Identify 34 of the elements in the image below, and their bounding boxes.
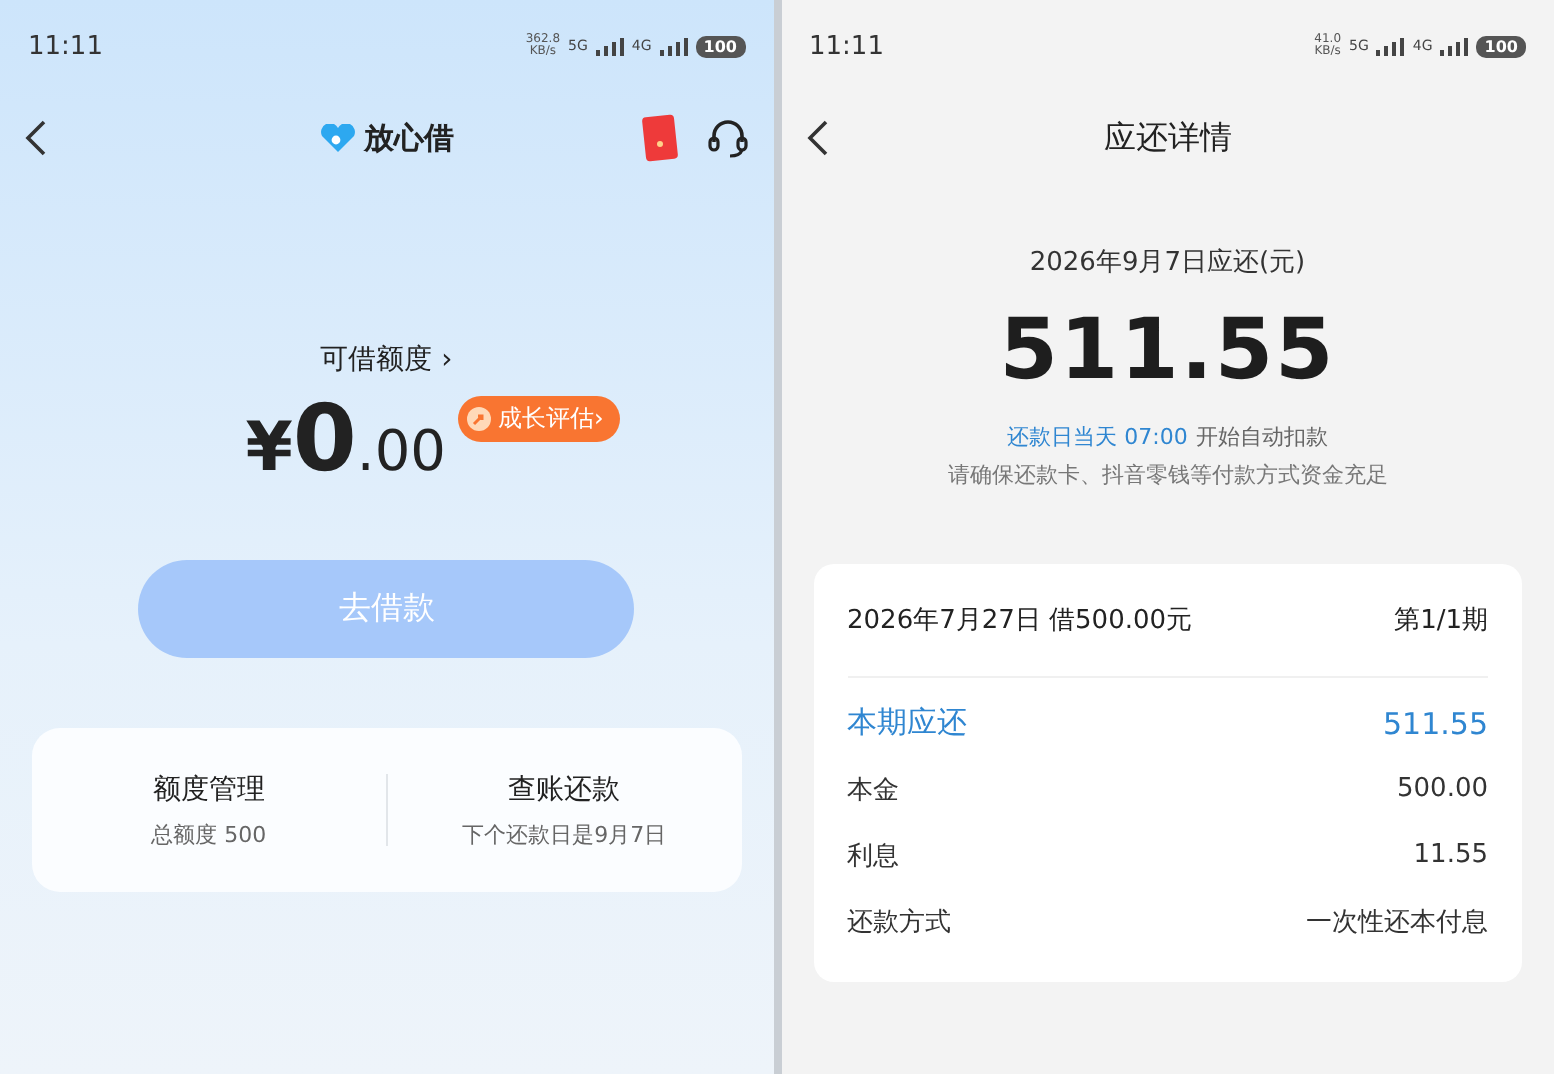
due-date-label: 2026年9月7日应还(元) xyxy=(1029,246,1306,280)
headset-icon[interactable] xyxy=(705,116,749,160)
auto-debit-time: 还款日当天 07:00 xyxy=(1007,422,1188,452)
row-label: 本期应还 xyxy=(847,704,967,742)
due-amount: 511.55 xyxy=(999,300,1336,398)
shortcut-item[interactable]: 额度管理 总额度 500 xyxy=(32,769,386,851)
row-label: 还款方式 xyxy=(847,905,951,939)
app-title: 放心借 xyxy=(363,119,454,157)
shortcut-item[interactable]: 查账还款 下个还款日是9月7日 xyxy=(387,769,741,851)
status-time: 11:11 xyxy=(809,31,884,61)
page-title: 应还详情 xyxy=(1103,117,1232,159)
battery-icon: 100 xyxy=(695,35,745,57)
loan-summary: 2026年7月27日 借500.00元 xyxy=(847,604,1193,638)
available-credit-link[interactable]: 可借额度 › xyxy=(308,340,465,380)
credit-amount: ¥0.00 xyxy=(245,384,446,492)
back-button[interactable] xyxy=(24,118,48,158)
envelope-icon[interactable] xyxy=(641,114,677,162)
signal-icon xyxy=(659,37,688,55)
installment-period: 第1/1期 xyxy=(1394,604,1488,638)
signal-icon xyxy=(1376,37,1405,55)
auto-debit-note: 开始自动扣款 xyxy=(1195,422,1328,452)
row-label: 利息 xyxy=(847,839,899,873)
row-value: 511.55 xyxy=(1383,705,1488,741)
signal-icon xyxy=(595,37,624,55)
row-value: 11.55 xyxy=(1413,840,1488,870)
row-value: 500.00 xyxy=(1397,774,1488,804)
row-label: 本金 xyxy=(847,773,899,807)
row-value: 一次性还本付息 xyxy=(1306,905,1488,939)
signal-icon xyxy=(1440,37,1469,55)
back-button[interactable] xyxy=(805,118,829,158)
status-time: 11:11 xyxy=(28,31,103,61)
battery-icon: 100 xyxy=(1476,35,1526,57)
logo-icon xyxy=(319,124,356,152)
funds-reminder: 请确保还款卡、抖音零钱等付款方式资金充足 xyxy=(947,460,1388,490)
